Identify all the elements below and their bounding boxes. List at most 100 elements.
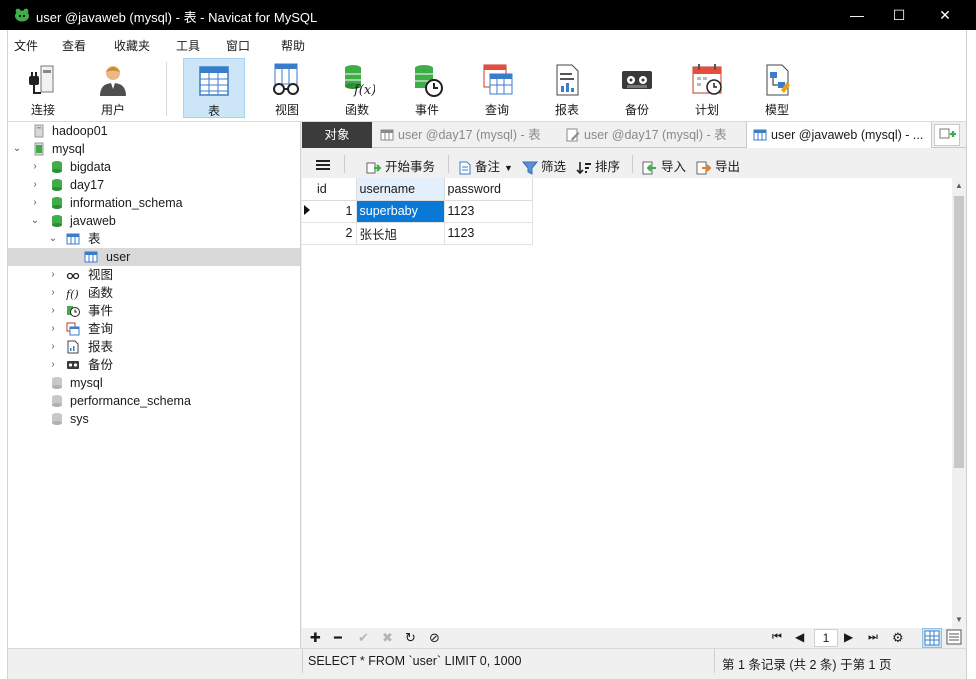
tab-user-day17-1[interactable]: user @day17 (mysql) - 表 [374,122,558,148]
import-button[interactable]: 导入 [642,156,686,175]
expand-caret-icon[interactable]: › [48,338,58,356]
table-name: user [106,250,131,264]
query-button[interactable]: 查询 [466,58,528,118]
maximize-button[interactable]: ☐ [876,0,922,30]
first-page-button[interactable]: ⏮ [772,631,782,644]
export-button[interactable]: 导出 [696,156,740,175]
table-button[interactable]: 表 [183,58,245,118]
add-record-button[interactable]: ✚ [310,630,321,646]
delete-record-button[interactable]: ━ [334,630,342,646]
table-row[interactable]: 1 superbaby 1123 [302,200,533,223]
menu-window[interactable]: 窗口 [226,37,250,54]
table-row[interactable]: 2 张长旭 1123 [302,222,533,245]
header-row: id username password [302,178,533,201]
last-page-button[interactable]: ⏭ [868,631,878,644]
expand-caret-icon[interactable]: › [48,356,58,374]
expand-caret-icon[interactable]: › [48,266,58,284]
group-label: 报表 [88,340,114,354]
expand-caret-icon[interactable]: › [30,158,40,176]
db-javaweb[interactable]: ⌄ javaweb [8,212,300,230]
menu-favorites[interactable]: 收藏夹 [114,37,150,54]
group-reports[interactable]: › 报表 [8,338,300,356]
column-header-password[interactable]: password [444,178,533,201]
table-user[interactable]: user [8,248,300,266]
cell-username[interactable]: superbaby [356,200,445,223]
report-button[interactable]: 报表 [536,58,598,118]
menu-help[interactable]: 帮助 [281,37,305,54]
db-performance-schema[interactable]: performance_schema [8,392,300,410]
status-sql-text: SELECT * FROM `user` LIMIT 0, 1000 [308,654,522,668]
group-label: 事件 [88,304,114,318]
collapse-caret-icon[interactable]: ⌄ [48,230,58,248]
collapse-caret-icon[interactable]: ⌄ [12,140,22,158]
grid-view-button[interactable] [922,628,942,648]
grid-vertical-scrollbar[interactable]: ▲ ▼ [952,178,966,628]
minimize-button[interactable]: — [834,0,880,30]
menu-tools[interactable]: 工具 [176,37,200,54]
close-button[interactable]: ✕ [922,0,968,30]
scroll-up-arrow-icon[interactable]: ▲ [952,178,966,194]
db-information-schema[interactable]: › information_schema [8,194,300,212]
previous-page-button[interactable]: ◀ [795,630,804,644]
expand-caret-icon[interactable]: › [48,320,58,338]
schedule-button[interactable]: 计划 [676,58,738,118]
form-view-button[interactable] [945,628,965,648]
collapse-caret-icon[interactable]: ⌄ [30,212,40,230]
group-tables[interactable]: ⌄ 表 [8,230,300,248]
db-bigdata[interactable]: › bigdata [8,158,300,176]
page-number-input[interactable]: 1 [814,629,838,647]
filter-button[interactable]: 筛选 [521,156,566,175]
cell-password[interactable]: 1123 [444,222,533,245]
db-day17[interactable]: › day17 [8,176,300,194]
column-header-username[interactable]: username [356,178,445,201]
user-button[interactable]: 用户 [82,58,144,118]
expand-caret-icon[interactable]: › [48,302,58,320]
group-queries[interactable]: › 查询 [8,320,300,338]
column-header-id[interactable]: id [314,178,357,201]
cell-id[interactable]: 2 [314,222,357,245]
main-toolbar: 连接 用户 表 视图 f(x) 函数 事件 查询 报表 备份 计划 模型 [8,56,966,122]
sort-button[interactable]: 排序 [576,156,620,175]
tab-objects[interactable]: 对象 [302,122,372,148]
cell-username[interactable]: 张长旭 [356,222,445,245]
refresh-button[interactable]: ↻ [405,630,416,646]
scroll-thumb[interactable] [954,196,964,468]
view-button[interactable]: 视图 [256,58,318,118]
tab-user-javaweb[interactable]: user @javaweb (mysql) - ... [746,122,932,148]
connection-mysql[interactable]: ⌄ mysql [8,140,300,158]
cell-password[interactable]: 1123 [444,200,533,223]
next-page-button[interactable]: ▶ [844,630,853,644]
scroll-down-arrow-icon[interactable]: ▼ [952,612,966,628]
backup-button[interactable]: 备份 [606,58,668,118]
data-grid[interactable]: id username password 1 superbaby 1123 2 … [302,178,952,628]
new-tab-button[interactable] [934,124,960,146]
function-button[interactable]: f(x) 函数 [326,58,388,118]
database-icon [52,197,62,209]
connection-button[interactable]: 连接 [12,58,74,118]
expand-caret-icon[interactable]: › [30,194,40,212]
db-mysql[interactable]: mysql [8,374,300,392]
db-sys[interactable]: sys [8,410,300,428]
grid-menu-button[interactable] [316,157,333,172]
group-events[interactable]: › 事件 [8,302,300,320]
connection-hadoop01[interactable]: hadoop01 [8,122,300,140]
group-functions[interactable]: › f() 函数 [8,284,300,302]
tab-user-day17-2[interactable]: user @day17 (mysql) - 表 [560,122,744,148]
notes-button[interactable]: 备注 ▼ [458,156,513,175]
menu-file[interactable]: 文件 [14,37,38,54]
stop-button[interactable]: ⊘ [429,630,440,646]
expand-caret-icon[interactable]: › [30,176,40,194]
pager-settings-gear-icon[interactable]: ⚙ [892,630,904,646]
begin-transaction-button[interactable]: 开始事务 [366,156,435,175]
cell-id[interactable]: 1 [314,200,357,223]
expand-caret-icon[interactable]: › [48,284,58,302]
discard-changes-button[interactable]: ✖ [382,630,393,646]
event-button[interactable]: 事件 [396,58,458,118]
group-views[interactable]: › 视图 [8,266,300,284]
menu-view[interactable]: 查看 [62,37,86,54]
model-button[interactable]: 模型 [746,58,808,118]
current-row-indicator[interactable] [302,200,314,223]
group-backups[interactable]: › 备份 [8,356,300,374]
apply-changes-button[interactable]: ✔ [358,630,369,646]
row-header[interactable] [302,222,314,245]
